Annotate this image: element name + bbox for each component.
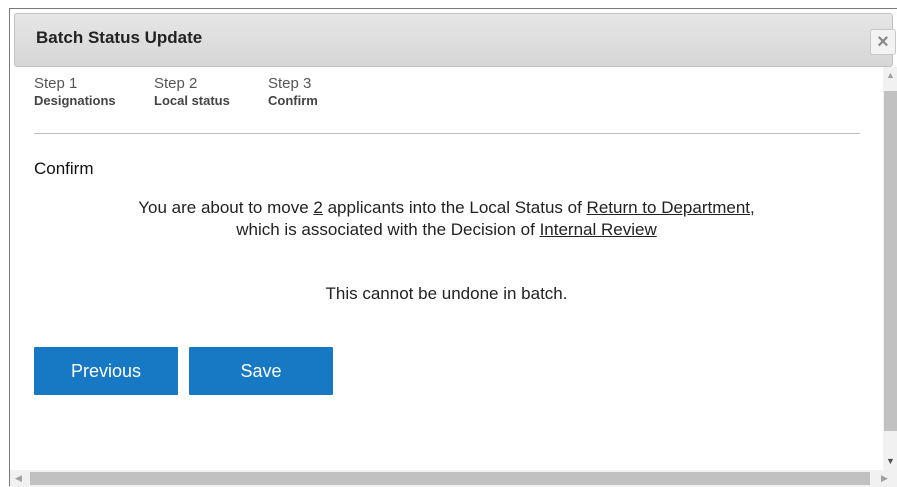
batch-status-dialog: Batch Status Update × Step 1 Designation…	[9, 8, 897, 487]
confirm-heading: Confirm	[34, 159, 94, 178]
step-label: Designations	[34, 93, 116, 108]
undo-warning: This cannot be undone in batch.	[325, 284, 568, 303]
scroll-thumb[interactable]	[884, 91, 897, 431]
dialog-content: Step 1 Designations Step 2 Local status …	[10, 67, 883, 470]
dialog-titlebar: Batch Status Update ×	[14, 13, 896, 67]
message-text: ,	[750, 198, 755, 217]
confirm-message: You are about to move 2 applicants into …	[10, 197, 883, 241]
message-text: applicants into the Local Status of	[322, 198, 587, 217]
vertical-scrollbar[interactable]: ▲ ▼	[883, 67, 897, 470]
step-3: Step 3 Confirm	[268, 75, 408, 108]
steps-divider	[34, 133, 860, 134]
scroll-up-icon[interactable]: ▲	[883, 67, 897, 84]
applicant-count: 2	[313, 198, 323, 217]
horizontal-scrollbar[interactable]: ◀ ▶	[10, 470, 897, 487]
decision-value: Internal Review	[539, 220, 657, 239]
step-1: Step 1 Designations	[34, 75, 174, 108]
previous-button[interactable]: Previous	[34, 347, 178, 395]
message-text: You are about to move	[138, 198, 314, 217]
scroll-right-icon[interactable]: ▶	[876, 470, 893, 487]
local-status-value: Return to Department	[586, 198, 751, 217]
dialog-title: Batch Status Update	[36, 28, 203, 47]
scroll-left-icon[interactable]: ◀	[10, 470, 27, 487]
scroll-thumb-horizontal[interactable]	[30, 472, 870, 485]
step-label: Confirm	[268, 93, 318, 108]
message-text: which is associated with the Decision of	[236, 220, 540, 239]
step-number: Step 3	[268, 75, 312, 92]
scroll-down-icon[interactable]: ▼	[883, 453, 897, 470]
step-number: Step 1	[34, 75, 78, 92]
close-icon[interactable]: ×	[870, 29, 896, 55]
save-button[interactable]: Save	[189, 347, 333, 395]
